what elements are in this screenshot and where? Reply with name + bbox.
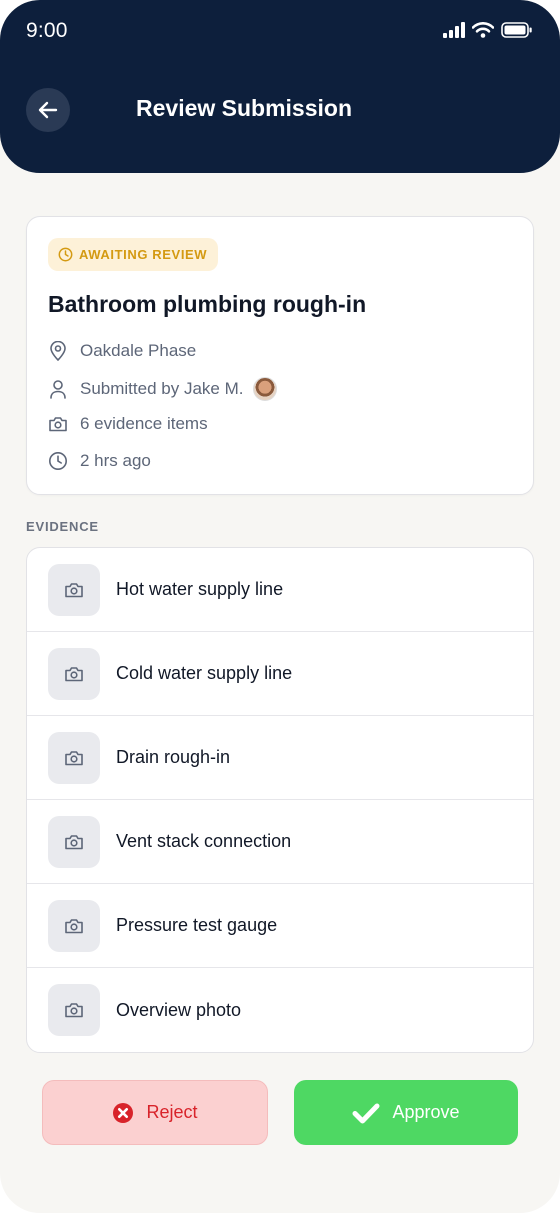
camera-icon (65, 750, 83, 765)
location-text: Oakdale Phase (80, 341, 197, 360)
avatar (253, 377, 278, 401)
clock-icon (58, 247, 73, 262)
camera-icon (65, 582, 83, 597)
time-row: 2 hrs ago (48, 451, 151, 471)
submission-title: Bathroom plumbing rough-in (48, 291, 367, 317)
evidence-thumbnail (48, 899, 100, 952)
status-badge-label: AWAITING REVIEW (79, 247, 208, 262)
page-title: Review Submission (136, 95, 353, 121)
evidence-thumbnail (48, 563, 100, 616)
evidence-item[interactable]: Drain rough-in (27, 716, 533, 800)
status-icons (443, 22, 533, 38)
evidence-item-label: Cold water supply line (116, 663, 293, 683)
camera-icon (65, 918, 83, 933)
evidence-thumbnail (48, 984, 100, 1036)
evidence-item-label: Vent stack connection (116, 831, 292, 851)
evidence-thumbnail (48, 815, 100, 868)
camera-icon (65, 1003, 83, 1018)
evidence-item-label: Drain rough-in (116, 747, 231, 767)
time-ago-text: 2 hrs ago (80, 451, 151, 470)
reject-button[interactable]: Reject (42, 1080, 268, 1145)
evidence-count-text: 6 evidence items (80, 414, 208, 433)
map-pin-icon (48, 341, 68, 361)
back-button[interactable] (26, 88, 70, 132)
status-time: 9:00 (26, 19, 68, 42)
reject-button-label: Reject (146, 1102, 198, 1122)
location-row: Oakdale Phase (48, 341, 196, 361)
wifi-icon (472, 22, 494, 38)
evidence-item-label: Overview photo (116, 999, 242, 1020)
approve-button-label: Approve (392, 1102, 460, 1122)
x-circle-icon (113, 1102, 134, 1123)
app-header: 9:00 Review Submission (0, 0, 560, 173)
evidence-thumbnail (48, 731, 100, 784)
battery-icon (501, 22, 532, 38)
evidence-section-label: EVIDENCE (26, 519, 99, 534)
arrow-left-icon (38, 101, 58, 119)
evidence-item-label: Hot water supply line (116, 579, 284, 599)
evidence-thumbnail (48, 647, 100, 700)
status-badge: AWAITING REVIEW (48, 238, 219, 271)
evidence-item[interactable]: Hot water supply line (27, 548, 533, 632)
submitter-text: Submitted by Jake M. (80, 379, 244, 398)
evidence-item[interactable]: Cold water supply line (27, 632, 533, 716)
submitter-row: Submitted by Jake M. (48, 377, 278, 401)
camera-icon (65, 834, 83, 849)
evidence-count-row: 6 evidence items (48, 414, 208, 434)
signal-icon (443, 22, 465, 38)
camera-icon (48, 414, 68, 434)
evidence-item-label: Pressure test gauge (116, 915, 278, 935)
evidence-item[interactable]: Vent stack connection (27, 800, 533, 884)
submission-card: AWAITING REVIEW Bathroom plumbing rough-… (26, 216, 534, 495)
phone-screen: 9:00 Review Submission AWAITING REVIEW B… (0, 0, 560, 1213)
approve-button[interactable]: Approve (294, 1080, 518, 1145)
check-icon (352, 1103, 380, 1123)
camera-icon (65, 666, 83, 681)
evidence-list: Hot water supply line Cold water supply … (26, 547, 534, 1053)
evidence-item[interactable]: Overview photo (27, 968, 533, 1052)
clock-icon (48, 451, 68, 471)
evidence-item[interactable]: Pressure test gauge (27, 884, 533, 968)
user-icon (48, 379, 68, 399)
